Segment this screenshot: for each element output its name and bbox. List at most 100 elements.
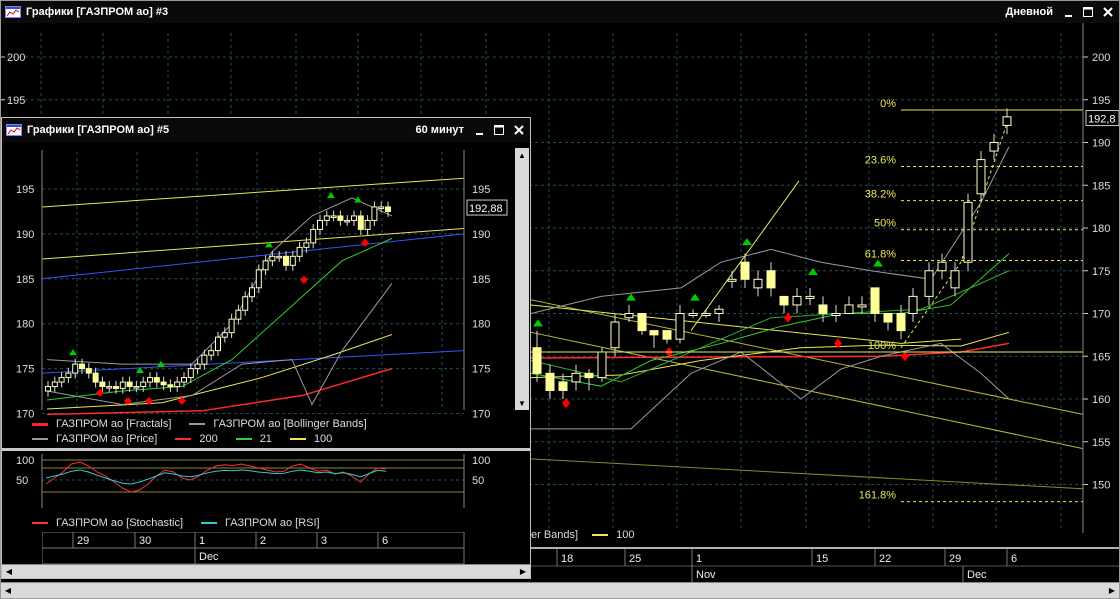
legend-stochastic: ГАЗПРОМ ао [Stochastic] (56, 517, 184, 529)
month-label: Dec (199, 551, 219, 563)
sub-horizontal-scrollbar[interactable]: ◀ ▶ (2, 564, 530, 578)
sub-window-period[interactable]: 60 минут (416, 124, 464, 136)
sub-legend-row2: ГАЗПРОМ ао [Price] 200 21 100 (32, 433, 350, 445)
scroll-up-icon[interactable]: ▲ (515, 148, 529, 162)
main-window-titlebar[interactable]: Графики [ГАЗПРОМ ао] #3 Дневной (1, 1, 1119, 23)
candle-body (976, 159, 986, 195)
candle-body (662, 330, 672, 340)
sub-chart-window: Графики [ГАЗПРОМ ао] #5 60 минут 195 195 1… (1, 117, 531, 579)
sub-date-axis: 29 30 1 2 3 6 Dec (42, 532, 465, 564)
maximize-icon[interactable] (1079, 4, 1097, 20)
price-tick-label: 180 (472, 319, 490, 331)
chart-window-icon (6, 124, 22, 136)
candle-body (45, 386, 51, 392)
candle-body (181, 377, 187, 383)
date-label: 18 (561, 553, 573, 565)
candle-body (805, 295, 815, 299)
candle-body (303, 242, 310, 248)
price-tick-label: 185 (1092, 180, 1110, 192)
blue-trend-line (41, 233, 465, 280)
fib-level-label: 100% (868, 340, 896, 352)
fractal-down-marker (562, 398, 570, 409)
date-label: 6 (1011, 553, 1017, 565)
candle-body (597, 351, 607, 379)
date-label: 1 (199, 535, 205, 547)
fractal-up-marker (626, 293, 636, 301)
candle-body (58, 377, 65, 383)
candle-body (883, 313, 893, 323)
candle-body (701, 313, 711, 316)
main-window-period[interactable]: Дневной (1006, 6, 1054, 18)
candle-body (215, 336, 221, 352)
sub-pane-separator[interactable] (2, 448, 530, 451)
price-tick-label: 155 (1092, 437, 1110, 449)
candle-body (385, 206, 391, 212)
price-tick-label-left: 185 (16, 274, 34, 286)
candle-body (119, 381, 126, 389)
candle-body (153, 377, 160, 383)
candle-body (194, 363, 201, 370)
main-legend-row: er Bands] 100 (531, 529, 634, 541)
candle-body (378, 206, 385, 209)
price-tick-label: 180 (1092, 223, 1110, 235)
main-horizontal-scrollbar[interactable]: ◀ ▶ (1, 582, 1119, 598)
fib-level-label: 23.6% (865, 154, 896, 166)
candle-body (571, 372, 581, 383)
minimize-icon[interactable] (1059, 4, 1077, 20)
fractal-down-marker (300, 275, 308, 284)
sub-vertical-scrollbar[interactable]: ▲ ▼ (515, 148, 529, 410)
candle-body (857, 304, 867, 308)
candle-body (140, 381, 147, 388)
month-label: Nov (696, 569, 716, 581)
candle-body (92, 372, 99, 383)
scroll-right-icon[interactable]: ▶ (1105, 583, 1119, 598)
fractal-down-marker (901, 351, 909, 362)
date-label: 3 (321, 535, 327, 547)
candle-body (351, 215, 357, 221)
candle-body (753, 278, 763, 289)
candle-body (167, 384, 174, 388)
legend-bollinger: ГАЗПРОМ ао [Bollinger Bands] (213, 418, 367, 430)
candle-body (289, 255, 296, 266)
minimize-icon[interactable] (470, 122, 488, 138)
candle-body (649, 330, 659, 336)
close-icon[interactable] (1099, 4, 1117, 20)
candle-body (364, 219, 371, 230)
candle-body (221, 332, 228, 338)
oscillator-chart: 100 100 50 50 (16, 454, 490, 508)
price-tick-label: 160 (1092, 394, 1110, 406)
price-tick-label: 175 (472, 364, 490, 376)
scroll-right-icon[interactable]: ▶ (516, 565, 530, 578)
month-label: Dec (967, 569, 987, 581)
price-tick-label: 190 (1092, 138, 1110, 150)
price-tick-label-left: 195 (7, 95, 25, 107)
close-icon[interactable] (510, 122, 528, 138)
candle-body (792, 295, 802, 306)
candle-body (896, 313, 906, 332)
candle-body (283, 255, 289, 266)
candle-body (174, 381, 181, 388)
scroll-left-icon[interactable]: ◀ (2, 565, 16, 578)
candle-body (99, 381, 106, 388)
fractal-up-marker (69, 349, 77, 356)
price-tick-label: 170 (1092, 309, 1110, 321)
scroll-down-icon[interactable]: ▼ (515, 396, 529, 410)
maximize-icon[interactable] (490, 122, 508, 138)
date-label: 22 (879, 553, 891, 565)
price-tick-label: 175 (1092, 266, 1110, 278)
sub-window-titlebar[interactable]: Графики [ГАЗПРОМ ао] #5 60 минут (2, 118, 530, 142)
candle-body (72, 363, 79, 374)
candle-body (584, 372, 594, 379)
candle-body (269, 255, 276, 262)
candle-body (624, 313, 634, 319)
candle-body (1002, 116, 1012, 126)
price-tick-label: 195 (1092, 95, 1110, 107)
rsi-swatch (201, 522, 218, 524)
osc-legend-row: ГАЗПРОМ ао [Stochastic] ГАЗПРОМ ао [RSI] (32, 517, 338, 529)
main-date-axis: 18 25 1 15 22 29 6 Nov Dec (531, 549, 1119, 582)
scroll-left-icon[interactable]: ◀ (1, 583, 15, 598)
candle-body (85, 368, 92, 374)
date-label: 2 (260, 535, 266, 547)
date-label: 6 (382, 535, 388, 547)
ma200-swatch (175, 438, 192, 440)
